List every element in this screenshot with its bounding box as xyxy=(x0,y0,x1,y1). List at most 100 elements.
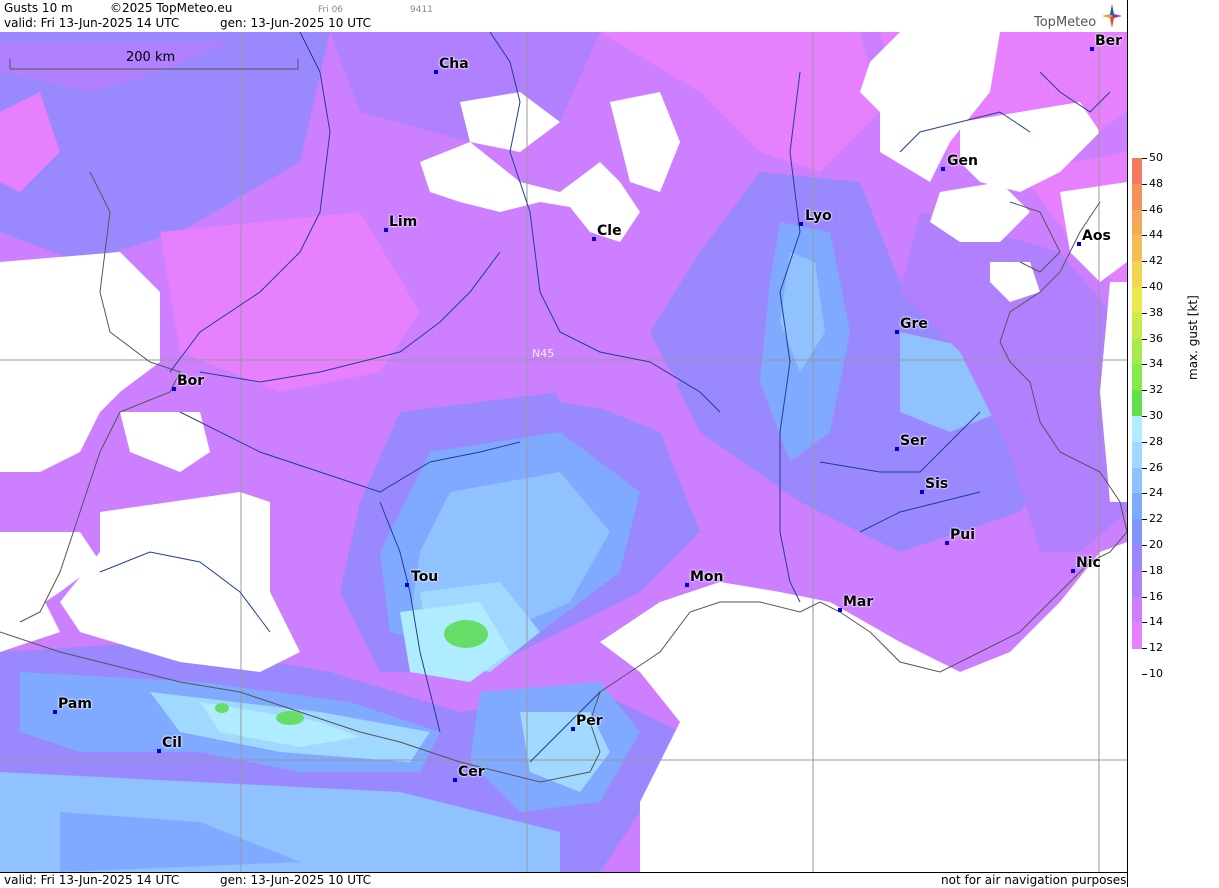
legend-tick-label: 38 xyxy=(1149,305,1163,319)
colorbar-segment xyxy=(1132,235,1142,263)
legend-tick xyxy=(1142,441,1147,443)
legend-axis-label: max. gust [kt] xyxy=(1186,295,1200,380)
city-label: Pam xyxy=(58,696,92,712)
legend-tick xyxy=(1142,312,1147,314)
legend-tick-label: 26 xyxy=(1149,460,1163,474)
city-dot xyxy=(1077,242,1081,246)
legend-tick xyxy=(1142,390,1147,392)
colorbar-segment xyxy=(1132,570,1142,598)
legend-tick-label: 16 xyxy=(1149,589,1163,603)
city-dot xyxy=(405,583,409,587)
topmeteo-logo-text: TopMeteo xyxy=(1034,15,1097,30)
city-label: Cil xyxy=(162,735,182,751)
legend-tick-label: 32 xyxy=(1149,383,1163,397)
city-label: Cle xyxy=(597,223,622,239)
city-dot xyxy=(571,727,575,731)
city-dot xyxy=(434,70,438,74)
generated-time: gen: 13-Jun-2025 10 UTC xyxy=(220,16,372,30)
city-label: Cha xyxy=(439,56,469,72)
legend-tick xyxy=(1142,493,1147,495)
city-label: Tou xyxy=(411,569,439,585)
legend-tick-label: 28 xyxy=(1149,434,1163,448)
city-label: Gre xyxy=(900,316,928,332)
city-dot xyxy=(1090,47,1094,51)
gust-map: 200 km N45 Cha Ber Gen Lim Cle Lyo Aos G… xyxy=(0,32,1127,872)
legend-tick-label: 22 xyxy=(1149,512,1163,526)
copyright: ©2025 TopMeteo.eu xyxy=(110,1,233,15)
legend-tick xyxy=(1142,622,1147,624)
city-dot xyxy=(384,228,388,232)
city-label: Mar xyxy=(843,594,874,610)
city-dot xyxy=(799,222,803,226)
colorbar-segment xyxy=(1132,183,1142,211)
colorbar-segment xyxy=(1132,312,1142,340)
colorbar-segment xyxy=(1132,364,1142,392)
colorbar-segment xyxy=(1132,441,1142,469)
city-label: Bor xyxy=(177,373,205,389)
legend-tick-label: 12 xyxy=(1149,641,1163,655)
footer-bar: valid: Fri 13-Jun-2025 14 UTC gen: 13-Ju… xyxy=(0,872,1127,888)
legend-tick xyxy=(1142,416,1147,417)
colorbar-segment xyxy=(1132,622,1142,650)
colorbar-segment xyxy=(1132,519,1142,546)
city-label: Ser xyxy=(900,433,927,449)
header-bar: Gusts 10 m ©2025 TopMeteo.eu Fri 06 9411… xyxy=(0,0,1127,32)
legend-tick xyxy=(1142,467,1147,469)
city-dot xyxy=(895,330,899,334)
legend-tick-label: 44 xyxy=(1149,228,1163,242)
legend-tick-label: 48 xyxy=(1149,176,1163,190)
colorbar-segment xyxy=(1132,416,1142,443)
city-dot xyxy=(941,167,945,171)
city-label: Cer xyxy=(458,764,485,780)
city-label: Aos xyxy=(1082,228,1111,244)
legend-tick-label: 18 xyxy=(1149,563,1163,577)
city-label: Sis xyxy=(925,476,949,492)
colorbar-segment xyxy=(1132,545,1142,572)
city-dot xyxy=(945,541,949,545)
legend-tick-label: 46 xyxy=(1149,202,1163,216)
city-label: Gen xyxy=(947,153,978,169)
colorbar-segment xyxy=(1132,261,1142,288)
topmeteo-logo-icon xyxy=(1102,4,1122,28)
legend-tick-label: 42 xyxy=(1149,254,1163,268)
small-code-label: 9411 xyxy=(410,5,433,15)
legend-tick xyxy=(1142,287,1147,288)
legend-tick-label: 24 xyxy=(1149,486,1163,500)
legend-tick xyxy=(1142,519,1147,521)
legend-tick xyxy=(1142,209,1147,211)
city-label: Per xyxy=(576,713,603,729)
colorbar-segment xyxy=(1132,596,1142,624)
legend-tick xyxy=(1142,570,1147,572)
legend-tick-label: 34 xyxy=(1149,357,1163,371)
colorbar-segment xyxy=(1132,493,1142,521)
colorbar-segment xyxy=(1132,287,1142,314)
legend-tick xyxy=(1142,596,1147,598)
legend-tick xyxy=(1142,261,1147,263)
city-dot xyxy=(920,490,924,494)
latitude-label: N45 xyxy=(532,347,555,360)
city-label: Ber xyxy=(1095,33,1123,49)
footer-generated-time: gen: 13-Jun-2025 10 UTC xyxy=(220,873,372,887)
disclaimer: not for air navigation purposes xyxy=(941,873,1127,887)
legend-tick xyxy=(1142,364,1147,366)
legend-tick-label: 40 xyxy=(1149,280,1163,293)
scale-label: 200 km xyxy=(126,50,176,65)
legend-tick xyxy=(1142,674,1147,675)
city-dot xyxy=(453,778,457,782)
valid-time: valid: Fri 13-Jun-2025 14 UTC xyxy=(4,16,180,30)
city-label: Lyo xyxy=(805,208,832,224)
colorbar-segment xyxy=(1132,467,1142,495)
city-dot xyxy=(53,710,57,714)
legend-tick-label: 36 xyxy=(1149,331,1163,345)
city-dot xyxy=(157,749,161,753)
legend-tick-label: 50 xyxy=(1149,151,1163,164)
city-label: Mon xyxy=(690,569,724,585)
legend-tick-label: 30 xyxy=(1149,409,1163,422)
city-dot xyxy=(685,583,689,587)
city-dot xyxy=(895,447,899,451)
colorbar-segment xyxy=(1132,338,1142,366)
legend-tick xyxy=(1142,235,1147,237)
legend-tick-label: 20 xyxy=(1149,538,1163,551)
legend-tick xyxy=(1142,158,1147,159)
legend-tick xyxy=(1142,545,1147,546)
